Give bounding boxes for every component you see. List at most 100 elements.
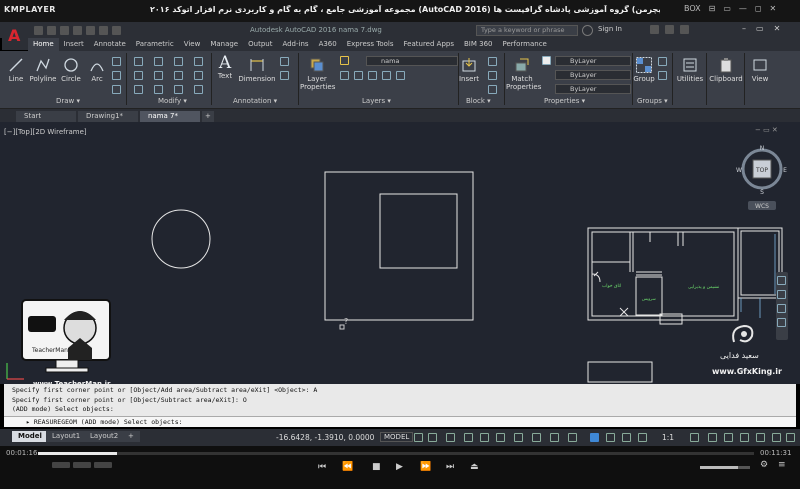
minimize-icon[interactable]: –	[742, 24, 746, 33]
layer-tool-icon[interactable]	[396, 71, 405, 80]
player-window-controls[interactable]: BOX ⊟ ▭ — ◻ ✕	[684, 4, 800, 13]
workspace-gear-icon[interactable]	[690, 433, 699, 442]
view-button[interactable]: View	[748, 57, 772, 83]
inner-rectangle[interactable]	[379, 193, 458, 269]
pip-icon[interactable]: ⊟	[709, 4, 716, 13]
layer-tool-icon[interactable]	[382, 71, 391, 80]
isolate-objects-icon[interactable]	[740, 433, 749, 442]
add-layout-button[interactable]: +	[122, 431, 140, 442]
array-icon[interactable]	[174, 85, 183, 94]
model-space-button[interactable]: MODEL	[380, 432, 414, 442]
navigation-bar[interactable]	[776, 272, 788, 340]
drawn-circle[interactable]	[151, 209, 211, 269]
text-button[interactable]: A Text	[214, 55, 236, 81]
compass-east[interactable]: E	[783, 167, 787, 174]
trim-icon[interactable]	[174, 57, 183, 66]
tab-bim-360[interactable]: BIM 360	[459, 38, 498, 51]
sign-in-button[interactable]: Sign In	[598, 25, 622, 33]
hardware-acceleration-icon[interactable]	[756, 433, 765, 442]
zoom-icon[interactable]	[777, 304, 786, 313]
3d-osnap-icon[interactable]	[622, 433, 631, 442]
layer-dropdown[interactable]: nama	[366, 56, 458, 66]
pan-icon[interactable]	[777, 290, 786, 299]
circle-button[interactable]: Circle	[60, 57, 82, 83]
tab-featured-apps[interactable]: Featured Apps	[399, 38, 459, 51]
seek-bar[interactable]	[38, 452, 754, 455]
group-edit-icon[interactable]	[658, 71, 667, 80]
restore-icon[interactable]: ▭	[756, 24, 764, 33]
polyline-button[interactable]: Polyline	[28, 57, 58, 83]
clipboard-button[interactable]: Clipboard	[708, 57, 744, 83]
mode-button[interactable]	[73, 462, 91, 468]
lineweight-dropdown[interactable]: ByLayer	[555, 70, 631, 80]
box-button[interactable]: BOX	[684, 4, 701, 13]
tab-view[interactable]: View	[179, 38, 206, 51]
table-icon[interactable]	[280, 71, 289, 80]
a360-icon[interactable]	[665, 25, 674, 34]
orbit-icon[interactable]	[777, 318, 786, 327]
tab-output[interactable]: Output	[243, 38, 277, 51]
play-icon[interactable]: ▶	[396, 462, 403, 472]
tab-model[interactable]: Model	[12, 431, 48, 442]
edit-block-icon[interactable]	[488, 71, 497, 80]
tab-parametric[interactable]: Parametric	[131, 38, 179, 51]
infer-constraints-icon[interactable]	[446, 433, 455, 442]
color-swatch-icon[interactable]	[542, 56, 551, 65]
layer-tool-icon[interactable]	[340, 71, 349, 80]
color-dropdown[interactable]: ByLayer	[555, 56, 631, 66]
match-properties-button[interactable]: Match Properties	[506, 57, 541, 91]
move-icon[interactable]	[134, 57, 143, 66]
tab-layout1[interactable]: Layout1	[46, 431, 87, 442]
tab-manage[interactable]: Manage	[205, 38, 243, 51]
user-icon[interactable]	[582, 25, 593, 36]
stretch-icon[interactable]	[134, 85, 143, 94]
dynamic-input-icon[interactable]	[464, 433, 473, 442]
new-icon[interactable]	[34, 26, 43, 35]
lineweight-icon[interactable]	[568, 433, 577, 442]
mirror-icon[interactable]	[154, 71, 163, 80]
exchange-icon[interactable]	[650, 25, 659, 34]
annotation-monitor-icon[interactable]	[708, 433, 717, 442]
undo-icon[interactable]	[99, 26, 108, 35]
create-block-icon[interactable]	[488, 57, 497, 66]
layer-properties-button[interactable]: Layer Properties	[300, 57, 335, 91]
tab-annotate[interactable]: Annotate	[89, 38, 131, 51]
tab-insert[interactable]: Insert	[59, 38, 89, 51]
settings-icon[interactable]: ⚙	[760, 460, 768, 470]
transparency-icon[interactable]	[590, 433, 599, 442]
tab-drawing1[interactable]: Drawing1*	[78, 111, 138, 122]
layer-tool-icon[interactable]	[354, 71, 363, 80]
offset-icon[interactable]	[194, 85, 203, 94]
object-snap-icon[interactable]	[550, 433, 559, 442]
group-button[interactable]: Group	[632, 57, 656, 83]
save-icon[interactable]	[60, 26, 69, 35]
linetype-dropdown[interactable]: ByLayer	[555, 84, 631, 94]
modify-panel-label[interactable]: Modify ▾	[158, 97, 187, 105]
clean-screen-icon[interactable]	[772, 433, 781, 442]
rectangle-icon[interactable]	[112, 57, 121, 66]
maximize-icon[interactable]: ◻	[755, 4, 762, 13]
compass-south[interactable]: S	[760, 189, 764, 196]
redo-icon[interactable]	[112, 26, 121, 35]
stop-icon[interactable]: ■	[372, 462, 381, 472]
isodraft-icon[interactable]	[514, 433, 523, 442]
mode-button[interactable]	[52, 462, 70, 468]
properties-panel-label[interactable]: Properties ▾	[544, 97, 585, 105]
compass-north[interactable]: N	[760, 145, 765, 152]
mode-button[interactable]	[94, 462, 112, 468]
block-panel-label[interactable]: Block ▾	[466, 97, 491, 105]
attribute-icon[interactable]	[488, 85, 497, 94]
previous-icon[interactable]: ⏮	[318, 462, 326, 472]
tab-a360[interactable]: A360	[314, 38, 342, 51]
units-icon[interactable]	[724, 433, 733, 442]
compass-west[interactable]: W	[736, 167, 742, 174]
utilities-button[interactable]: Utilities	[674, 57, 706, 83]
annotation-scale[interactable]: 1:1	[662, 433, 674, 442]
tab-layout2[interactable]: Layout2	[84, 431, 125, 442]
close-icon[interactable]: ✕	[770, 4, 777, 13]
leader-icon[interactable]	[280, 57, 289, 66]
viewcube[interactable]: TOP N W E S WCS	[734, 142, 790, 214]
help-icon[interactable]	[680, 25, 689, 34]
dimension-button[interactable]: Dimension	[238, 57, 276, 83]
tab-home[interactable]: Home	[28, 38, 59, 51]
